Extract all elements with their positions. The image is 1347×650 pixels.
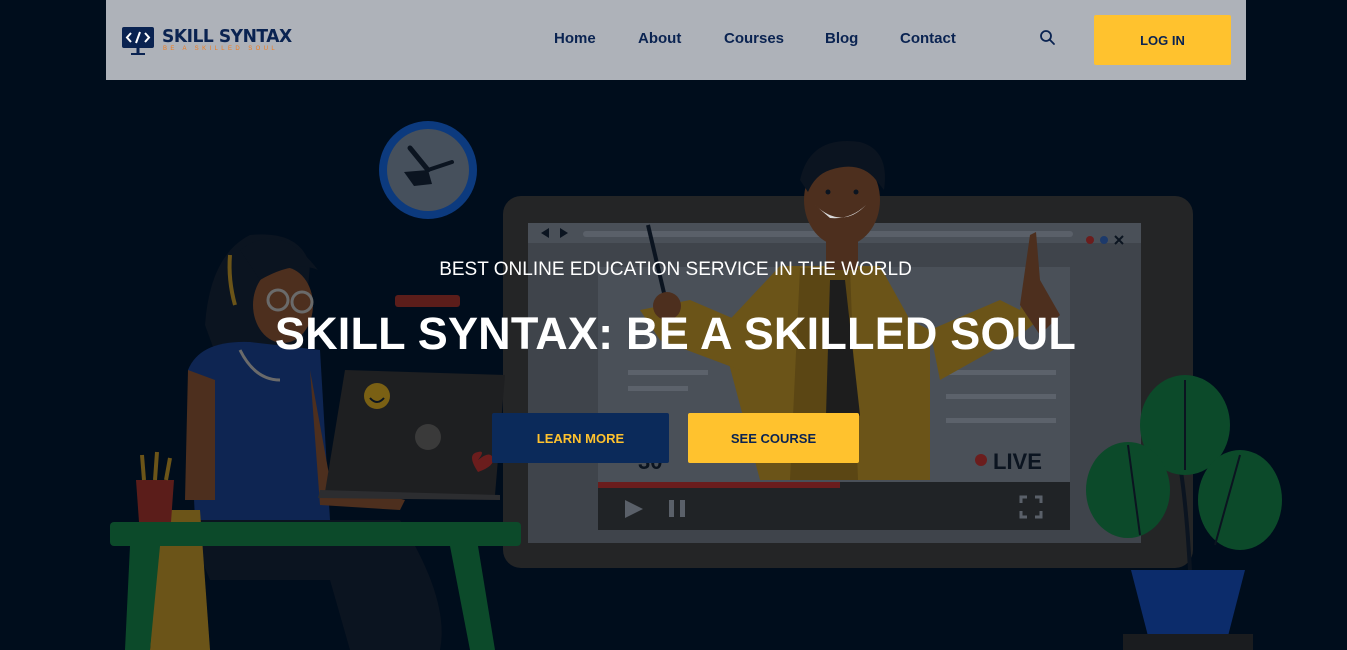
brand-name: SKILL SYNTAX: [162, 26, 292, 47]
login-button[interactable]: LOG IN: [1094, 15, 1231, 65]
laptop-illustration: [318, 295, 505, 500]
hero-illustration: LIVE 30: [110, 121, 1282, 650]
learn-more-button[interactable]: LEARN MORE: [492, 413, 669, 463]
hero-section: LIVE 30: [0, 80, 1347, 650]
nav-item-contact[interactable]: Contact: [900, 30, 956, 48]
live-label: LIVE: [993, 449, 1042, 474]
wall-clock-icon: [379, 121, 477, 219]
see-course-button[interactable]: SEE COURSE: [688, 413, 859, 463]
nav-item-home[interactable]: Home: [554, 30, 596, 48]
site-header: SKILL SYNTAX BE A SKILLED SOUL Home Abou…: [106, 0, 1246, 80]
nav-item-about[interactable]: About: [638, 30, 681, 48]
search-icon[interactable]: [1039, 29, 1057, 47]
nav-item-courses[interactable]: Courses: [724, 30, 784, 48]
code-monitor-icon: [122, 27, 154, 55]
site-logo[interactable]: SKILL SYNTAX BE A SKILLED SOUL: [121, 22, 299, 58]
nav-item-blog[interactable]: Blog: [825, 30, 858, 48]
